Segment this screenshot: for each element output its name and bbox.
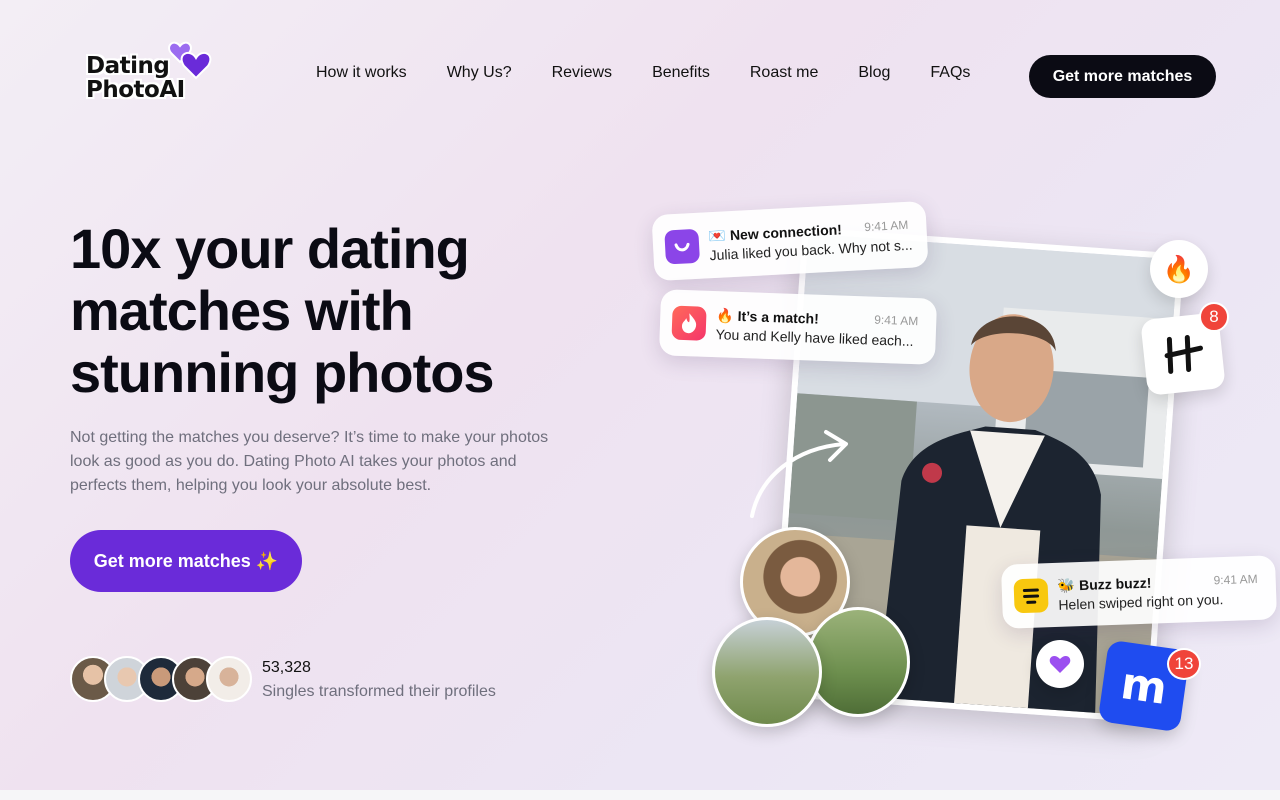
notification-title: New connection! (729, 220, 843, 243)
hinge-logo-icon (1164, 334, 1203, 374)
nav-faqs[interactable]: FAQs (930, 64, 970, 82)
brand-logo[interactable]: Dating PhotoAI (86, 40, 216, 110)
nav-blog[interactable]: Blog (858, 64, 890, 82)
nav-why-us[interactable]: Why Us? (447, 64, 512, 82)
nav-how-it-works[interactable]: How it works (316, 64, 407, 82)
section-divider (0, 790, 1280, 800)
nav-reviews[interactable]: Reviews (552, 64, 612, 82)
before-photo-3 (712, 617, 822, 727)
hearts-icon (168, 41, 212, 80)
notification-match: 🔥 It’s a match! You and Kelly have liked… (658, 289, 938, 365)
notification-time: 9:41 AM (863, 217, 909, 235)
fire-icon: 🔥 (1162, 253, 1196, 284)
before-photo-2 (806, 607, 910, 717)
notification-title: Buzz buzz! (1078, 574, 1152, 593)
social-proof-label: Singles transformed their profiles (262, 683, 496, 700)
heart-badge (1036, 640, 1084, 688)
bumble-icon (1013, 578, 1049, 614)
match-logo-icon: m (1117, 657, 1171, 715)
tinder-flame-icon (671, 305, 707, 341)
purple-heart-icon (1049, 656, 1071, 673)
header-get-matches-button[interactable]: Get more matches (1029, 55, 1216, 98)
hinge-count-badge: 8 (1199, 302, 1229, 332)
social-proof-count: 53,328 (262, 659, 311, 676)
avatar (206, 656, 252, 702)
notification-time: 9:41 AM (874, 312, 919, 329)
notification-time: 9:41 AM (1213, 571, 1258, 588)
notification-buzz: 🐝 Buzz buzz! Helen swiped right on you. … (1000, 555, 1278, 629)
main-nav: How it works Why Us? Reviews Benefits Ro… (316, 64, 1010, 82)
match-count-badge: 13 (1167, 648, 1201, 680)
hero-title: 10x your dating matches with stunning ph… (70, 217, 495, 404)
nav-roast-me[interactable]: Roast me (750, 64, 818, 82)
curved-arrow-icon (750, 430, 848, 518)
hero-description: Not getting the matches you deserve? It’… (70, 429, 549, 494)
nav-benefits[interactable]: Benefits (652, 64, 710, 82)
hero-get-matches-button[interactable]: Get more matches ✨ (70, 530, 302, 592)
fire-badge: 🔥 (1150, 240, 1208, 298)
user-avatars (70, 656, 252, 702)
notification-title: It’s a match! (737, 307, 820, 327)
hinge-smile-icon (664, 228, 701, 265)
